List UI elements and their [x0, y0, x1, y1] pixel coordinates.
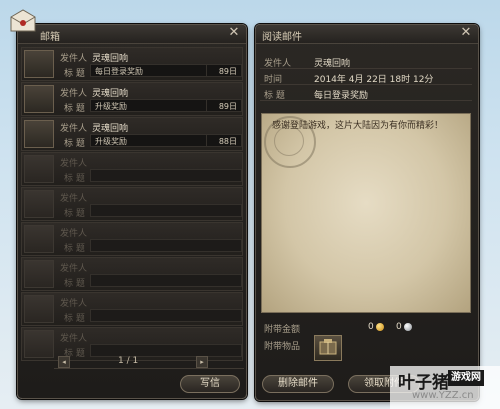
sender-label: 发件人 [60, 124, 88, 134]
delete-mail-button[interactable]: 删除邮件 [262, 375, 334, 393]
envelope-icon [24, 155, 54, 183]
gold-coin-icon [376, 323, 384, 331]
mail-row[interactable]: 发件人标 题 [21, 257, 243, 291]
subject-label: 标 题 [64, 244, 85, 254]
mail-row[interactable]: 发件人标 题 [21, 187, 243, 221]
subject-bar: 升级奖励 89日 [90, 99, 242, 112]
envelope-icon [24, 225, 54, 253]
envelope-icon [24, 190, 54, 218]
subject-bar [90, 239, 242, 252]
envelope-icon [10, 9, 36, 32]
close-icon[interactable]: ✕ [227, 26, 241, 40]
divider [260, 84, 472, 85]
read-mail-panel: 阅读邮件 ✕ 发件人 灵魂回响 时间 2014年 4月 22日 18时 12分 … [255, 24, 479, 401]
site-watermark: 叶子猪 游戏网 www.YZZ.cn [390, 366, 500, 409]
subject-label: 标 题 [64, 69, 85, 79]
divider [54, 368, 244, 369]
sender-label: 发件人 [60, 334, 88, 344]
sender-label: 发件人 [60, 159, 88, 169]
sender-value: 灵魂回响 [92, 89, 129, 99]
subject-label: 标 题 [64, 209, 85, 219]
expiry-days: 88日 [218, 137, 237, 146]
subject-bar [90, 274, 242, 287]
envelope-icon [24, 260, 54, 288]
mail-row[interactable]: 发件人标 题 [21, 152, 243, 186]
reader-header: 阅读邮件 ✕ [256, 25, 478, 44]
sender-label: 发件人 [60, 89, 88, 99]
money-label: 附带金额 [264, 325, 301, 335]
sender-label: 发件人 [60, 54, 88, 64]
subject-bar [90, 204, 242, 217]
mail-row[interactable]: 发件人 灵魂回响标 题 升级奖励 89日 [21, 82, 243, 116]
next-page-icon[interactable]: ▸ [196, 356, 208, 368]
subject-bar: 升级奖励 88日 [90, 134, 242, 147]
watermark-badge: 游戏网 [448, 370, 484, 386]
subject-bar [90, 169, 242, 182]
package-icon [24, 50, 54, 78]
watermark-url: www.YZZ.cn [412, 390, 474, 401]
mail-list: 发件人 灵魂回响标 题每日登录奖励 89日 发件人 灵魂回响标 题升级奖励 89日 发件人灵… [21, 47, 243, 362]
subject-value: 每日登录奖励 [95, 67, 143, 76]
mail-row[interactable]: 发件人 灵魂回响标 题 每日登录奖励 89日 [21, 47, 243, 81]
subject-label: 标 题 [64, 104, 85, 114]
subject-bar: 每日登录奖励 89日 [90, 64, 242, 77]
attachment-item-icon[interactable] [314, 335, 342, 361]
mailbox-header: 邮箱 ✕ [18, 25, 246, 44]
package-icon [24, 120, 54, 148]
sender-label: 发件人 [60, 264, 88, 274]
sender-value: 灵魂回响 [92, 124, 129, 134]
expiry-days: 89日 [218, 102, 237, 111]
sender-label: 发件人 [60, 299, 88, 309]
letter-paper: 感谢登陆游戏，这片大陆因为有你而精彩！ [261, 113, 471, 313]
reader-title: 阅读邮件 [262, 32, 302, 43]
prev-page-icon[interactable]: ◂ [58, 356, 70, 368]
pager: ◂ 1 / 1 ▸ [54, 355, 244, 369]
items-label: 附带物品 [264, 342, 301, 352]
gold-value: 0 [368, 322, 374, 332]
subject-label: 标 题 [64, 139, 85, 149]
mailbox-panel: 邮箱 ✕ 发件人 灵魂回响标 题每日登录奖励 89日 发件人 灵魂回响标 题升级奖励 89… [17, 24, 247, 399]
sender-value: 灵魂回响 [92, 54, 129, 64]
silver-coin-icon [404, 323, 412, 331]
sender-label: 发件人 [60, 194, 88, 204]
mail-row[interactable]: 发件人 灵魂回响标 题 升级奖励 88日 [21, 117, 243, 151]
envelope-icon [24, 295, 54, 323]
letter-body: 感谢登陆游戏，这片大陆因为有你而精彩！ [272, 121, 444, 131]
subject-label: 标 题 [64, 314, 85, 324]
divider [260, 68, 472, 69]
close-icon[interactable]: ✕ [459, 26, 473, 40]
subject-label: 标 题 [64, 279, 85, 289]
expiry-days: 89日 [218, 67, 237, 76]
divider [260, 100, 472, 101]
sender-label: 发件人 [60, 229, 88, 239]
subject-label: 标 题 [64, 174, 85, 184]
mailbox-title: 邮箱 [40, 32, 60, 43]
mail-row[interactable]: 发件人标 题 [21, 222, 243, 256]
subject-value: 升级奖励 [95, 137, 127, 146]
subject-bar [90, 309, 242, 322]
page-indicator: 1 / 1 [118, 356, 139, 366]
envelope-icon [24, 330, 54, 358]
subject-value: 升级奖励 [95, 102, 127, 111]
silver-value: 0 [396, 322, 402, 332]
package-icon [24, 85, 54, 113]
write-mail-button[interactable]: 写信 [180, 375, 240, 393]
mail-row[interactable]: 发件人标 题 [21, 292, 243, 326]
